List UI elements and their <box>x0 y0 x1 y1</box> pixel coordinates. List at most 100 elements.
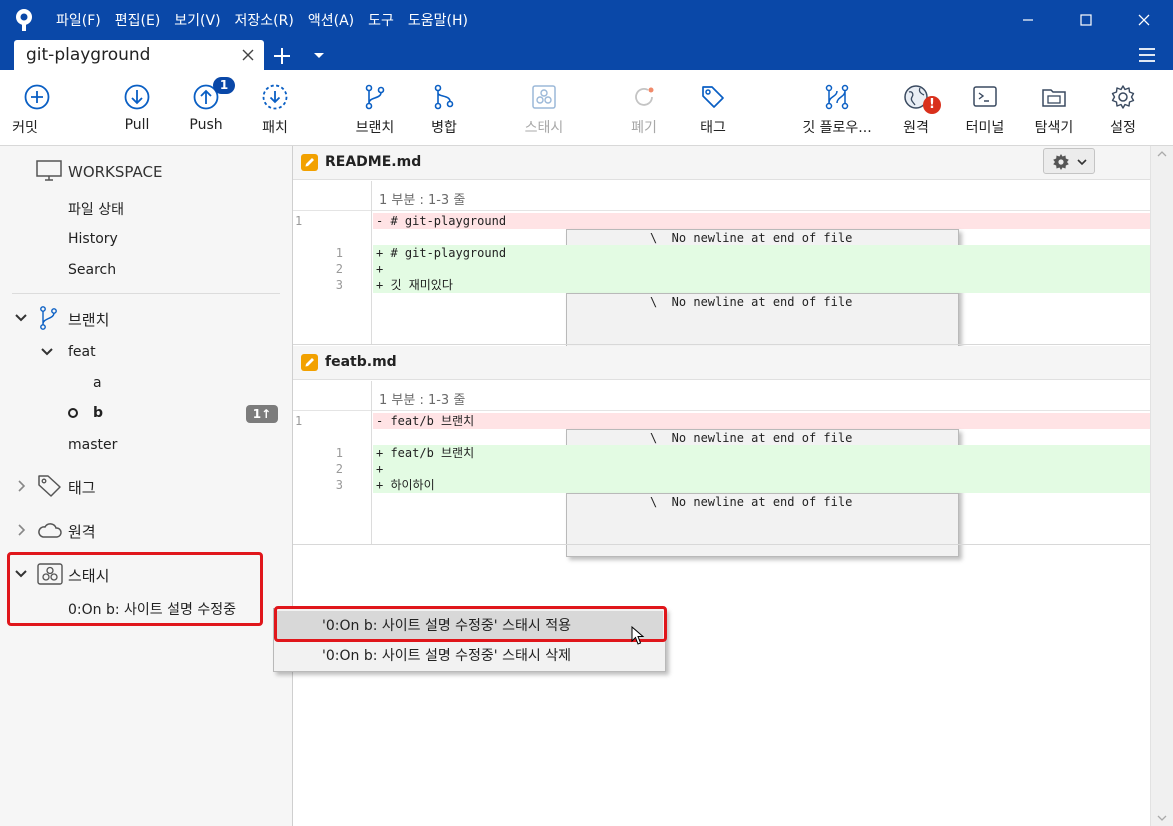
modified-file-icon <box>301 354 318 371</box>
diff-line-text: \ No newline at end of file <box>650 295 853 309</box>
modified-file-icon <box>301 154 318 171</box>
menu-actions[interactable]: 액션(A) <box>308 10 354 30</box>
plus-icon[interactable] <box>270 44 294 68</box>
minimize-button[interactable] <box>999 0 1057 40</box>
diff-line: 1 - feat/b 브랜치 <box>293 413 1150 429</box>
pull-button[interactable]: Pull <box>102 70 172 146</box>
diff-line-text: \ No newline at end of file <box>650 431 853 445</box>
gear-icon <box>1053 154 1069 170</box>
scroll-down-icon[interactable] <box>1157 814 1167 822</box>
current-branch-icon <box>68 408 78 418</box>
delete-stash-menu-item[interactable]: '0:On b: 사이트 설명 수정중' 스태시 삭제 <box>276 641 663 671</box>
close-icon[interactable] <box>240 47 256 63</box>
highlight-box <box>274 606 667 642</box>
menu-file[interactable]: 파일(F) <box>56 10 101 30</box>
diff-line: 2 + <box>293 461 1150 477</box>
diff-line: 2 + <box>293 261 1150 277</box>
maximize-button[interactable] <box>1057 0 1115 40</box>
diff-line-text: + <box>373 461 1150 477</box>
divider <box>12 293 280 294</box>
file-header: featb.md <box>293 346 1150 380</box>
hunk-range: 1 부분 : 1-3 줄 <box>379 393 466 408</box>
scroll-up-icon[interactable] <box>1157 150 1167 158</box>
terminal-icon <box>973 86 997 107</box>
menu-help[interactable]: 도움말(H) <box>408 10 468 30</box>
menu-view[interactable]: 보기(V) <box>174 10 220 30</box>
menu-repository[interactable]: 저장소(R) <box>235 10 294 30</box>
file-header: README.md <box>293 146 1150 180</box>
close-window-button[interactable] <box>1115 0 1173 40</box>
menu-bar: 파일(F) 편집(E) 보기(V) 저장소(R) 액션(A) 도구 도움말(H) <box>56 0 482 40</box>
tag-icon <box>702 86 724 108</box>
tag-button[interactable]: 태그 <box>678 70 748 146</box>
repo-tab[interactable]: git-playground <box>14 40 264 70</box>
maximize-icon <box>1080 14 1092 26</box>
sidebar-item-history[interactable]: History <box>68 231 118 247</box>
fetch-button[interactable]: 패치 <box>240 70 310 146</box>
highlight-box <box>7 552 263 626</box>
branch-icon <box>365 84 385 110</box>
branch-folder-feat[interactable]: feat <box>68 344 96 360</box>
diff-line: 3 + 하이하이 <box>293 477 1150 493</box>
git-flow-icon <box>825 84 849 110</box>
discard-icon <box>635 87 654 106</box>
diff-line-text: - feat/b 브랜치 <box>373 413 1150 429</box>
menu-tools[interactable]: 도구 <box>368 10 394 30</box>
diff-line: 1 + feat/b 브랜치 <box>293 445 1150 461</box>
alert-badge: ! <box>923 96 941 114</box>
merge-icon <box>434 84 454 110</box>
window-controls <box>999 0 1173 40</box>
branch-item-master[interactable]: master <box>68 437 117 453</box>
menu-edit[interactable]: 편집(E) <box>115 10 161 30</box>
branch-item-b[interactable]: b <box>93 405 103 421</box>
push-count-badge: 1 <box>213 77 235 94</box>
new-line-number: 1 <box>335 246 343 260</box>
file-name: featb.md <box>325 354 397 370</box>
folder-icon <box>1042 89 1066 107</box>
diff-line-text: + 하이하이 <box>373 477 1150 493</box>
file-name: README.md <box>325 154 422 170</box>
diff-line-text: \ No newline at end of file <box>650 231 853 245</box>
gear-icon <box>1111 85 1135 109</box>
chevron-down-icon[interactable] <box>312 48 326 62</box>
sidebar-item-search[interactable]: Search <box>68 262 116 278</box>
minimize-icon <box>1023 19 1033 21</box>
ahead-count-badge: 1↑ <box>246 405 278 423</box>
chevron-right-icon[interactable] <box>16 479 28 493</box>
cloud-icon <box>38 523 62 538</box>
mouse-cursor-icon <box>631 626 645 645</box>
diff-line: 1 + # git-playground <box>293 245 1150 261</box>
stash-icon <box>532 85 556 109</box>
workspace-header: WORKSPACE <box>68 163 163 181</box>
divider <box>293 544 1150 545</box>
sidebar-item-file-status[interactable]: 파일 상태 <box>68 199 124 219</box>
commit-icon <box>24 84 50 110</box>
hunk-header: 1 부분 : 1-3 줄 <box>293 181 1150 211</box>
tags-header[interactable]: 태그 <box>68 477 96 498</box>
monitor-icon <box>36 160 62 181</box>
remotes-header[interactable]: 원격 <box>68 521 96 542</box>
chevron-down-icon[interactable] <box>14 311 28 325</box>
commit-button[interactable]: 커밋 <box>2 70 72 146</box>
diff-line-text: + 깃 재미있다 <box>373 277 1150 293</box>
repo-tab-title: git-playground <box>26 45 151 65</box>
old-line-number: 1 <box>295 214 303 228</box>
branch-icon <box>40 306 57 330</box>
merge-button[interactable]: 병합 <box>409 70 479 146</box>
diff-panel: README.md 1 부분 : 1-3 줄 1 - # git-playgrou… <box>293 146 1150 826</box>
branches-header[interactable]: 브랜치 <box>68 309 109 330</box>
file-options-button[interactable] <box>1043 148 1095 174</box>
tag-icon <box>38 475 61 497</box>
hunk-range: 1 부분 : 1-3 줄 <box>379 193 466 208</box>
diff-line: 1 - # git-playground <box>293 213 1150 229</box>
settings-button[interactable]: 설정 <box>1088 70 1158 146</box>
title-bar: 파일(F) 편집(E) 보기(V) 저장소(R) 액션(A) 도구 도움말(H) <box>0 0 1173 40</box>
old-line-number: 1 <box>295 414 303 428</box>
divider <box>293 344 1150 345</box>
vertical-scrollbar[interactable] <box>1150 146 1173 826</box>
chevron-right-icon[interactable] <box>16 523 28 537</box>
stash-button[interactable]: 스태시 <box>509 70 579 146</box>
hamburger-menu-icon[interactable] <box>1137 45 1157 65</box>
branch-item-a[interactable]: a <box>93 375 102 391</box>
chevron-down-icon[interactable] <box>40 345 54 359</box>
